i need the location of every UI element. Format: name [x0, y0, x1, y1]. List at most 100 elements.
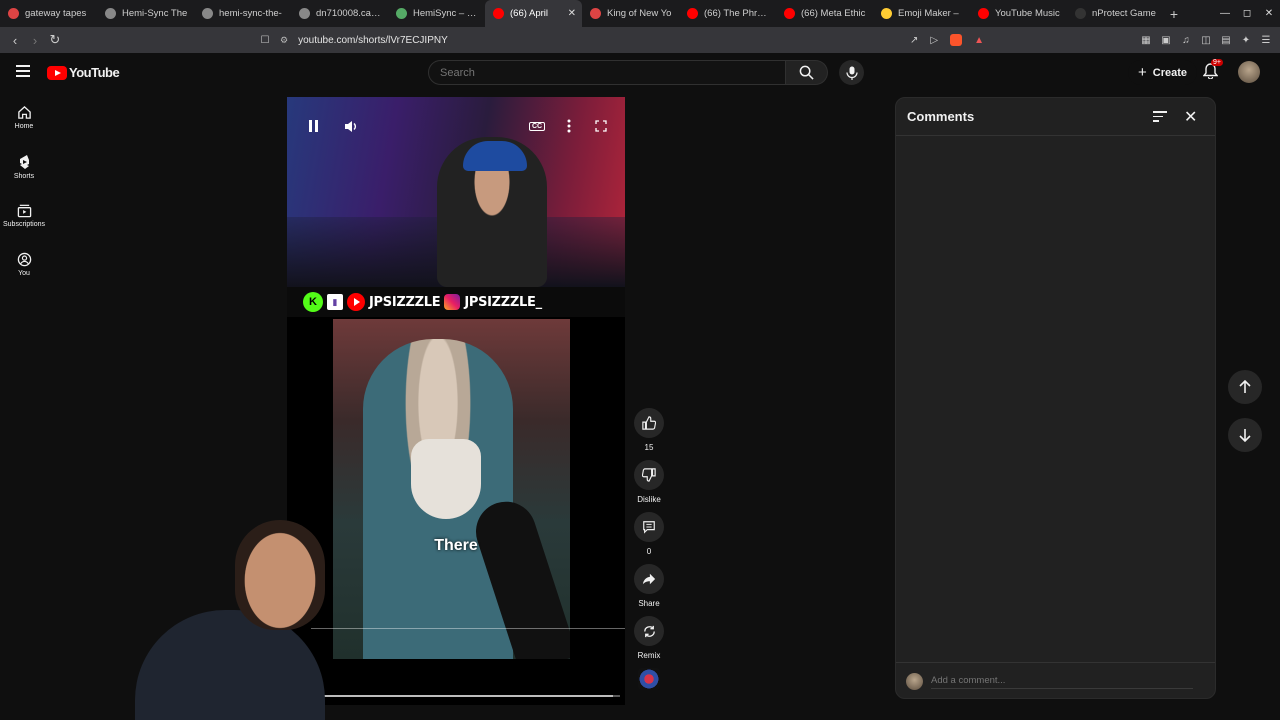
youtube-logo[interactable]: YouTube: [47, 65, 120, 80]
remix-button[interactable]: Remix: [633, 616, 665, 668]
shorts-actions: 15 Dislike 0 Share Remix: [633, 408, 665, 668]
bookmark-icon[interactable]: ☐: [255, 35, 275, 46]
browser-tab[interactable]: dn710008.ca.ar: [291, 0, 388, 27]
browser-actions: ▦ ▣ ♫ ◫ ▤ ✦ ☰: [1140, 27, 1272, 53]
thumbs-up-icon: [642, 416, 656, 430]
browser-tab[interactable]: (66) Meta Ethic: [776, 0, 873, 27]
more-options-button[interactable]: [557, 114, 581, 138]
minimize-icon[interactable]: —: [1214, 8, 1236, 19]
back-icon[interactable]: ‹: [5, 33, 25, 48]
browser-tab[interactable]: YouTube Music: [970, 0, 1067, 27]
search-input[interactable]: [429, 61, 785, 84]
tab-favicon-icon: [299, 8, 310, 19]
guide-menu-icon[interactable]: [16, 65, 30, 80]
tab-title: (66) Meta Ethic: [801, 8, 866, 19]
instagram-icon: [444, 294, 461, 310]
tab-close-icon[interactable]: ✕: [568, 8, 576, 19]
tab-title: hemi-sync-the-: [219, 8, 282, 19]
sidebar-icon[interactable]: ◫: [1200, 35, 1212, 46]
browser-tab-strip: gateway tapes Hemi-Sync The hemi-sync-the-…: [0, 0, 1280, 27]
volume-button[interactable]: [339, 114, 363, 138]
sidebar-item-you[interactable]: You: [0, 240, 48, 289]
close-window-icon[interactable]: ✕: [1258, 8, 1280, 19]
rewards-icon[interactable]: ▲: [974, 35, 984, 46]
browser-tab[interactable]: Hemi-Sync The: [97, 0, 194, 27]
comment-icon: [643, 521, 655, 534]
create-button[interactable]: + Create: [1128, 60, 1198, 85]
comments-title: Comments: [907, 109, 975, 124]
send-icon[interactable]: ▷: [930, 35, 938, 46]
search-icon: [799, 65, 814, 80]
leo-icon[interactable]: ✦: [1240, 35, 1252, 46]
music-icon[interactable]: ♫: [1180, 35, 1192, 46]
home-icon: [17, 105, 31, 119]
browser-tab[interactable]: King of New Yo: [582, 0, 679, 27]
pause-button[interactable]: [301, 114, 325, 138]
sidebar-item-subscriptions[interactable]: Subscriptions: [0, 191, 48, 240]
comments-button[interactable]: 0: [633, 512, 665, 564]
open-external-icon[interactable]: ↗: [910, 35, 918, 46]
dislike-button[interactable]: Dislike: [633, 460, 665, 512]
site-info-icon[interactable]: ⚙: [280, 35, 288, 46]
video-caption: There: [434, 537, 478, 554]
tab-favicon-icon: [8, 8, 19, 19]
captions-button[interactable]: CC: [525, 114, 549, 138]
menu-icon[interactable]: ☰: [1260, 35, 1272, 46]
sidebar-item-shorts[interactable]: Shorts: [0, 142, 48, 191]
commenter-avatar: [906, 672, 923, 690]
account-avatar[interactable]: [1238, 61, 1260, 83]
tab-title: HemiSync – Bin: [413, 8, 479, 19]
create-label: Create: [1152, 66, 1188, 79]
add-comment-input[interactable]: [931, 673, 1193, 689]
handle-text-instagram: JPSIZZZLE_: [464, 294, 542, 310]
browser-tab[interactable]: HemiSync – Bin: [388, 0, 485, 27]
tab-favicon-icon: [978, 8, 989, 19]
notifications-button[interactable]: 9+: [1202, 59, 1223, 84]
comments-header: Comments: [896, 98, 1215, 136]
share-button[interactable]: Share: [633, 564, 665, 616]
tab-favicon-icon: [105, 8, 116, 19]
add-comment-row: [896, 662, 1215, 699]
reload-icon[interactable]: ↻: [45, 32, 65, 48]
sound-source-thumbnail[interactable]: [638, 668, 660, 690]
tab-favicon-icon: [493, 8, 504, 19]
voice-search-button[interactable]: [839, 60, 864, 85]
browser-tab[interactable]: Emoji Maker –: [873, 0, 970, 27]
new-tab-button[interactable]: +: [1164, 6, 1184, 22]
search-button[interactable]: [786, 60, 828, 85]
browser-tab[interactable]: (66) April ✕: [485, 0, 582, 27]
next-short-button[interactable]: [1228, 418, 1262, 452]
like-button[interactable]: 15: [633, 408, 665, 460]
handle-text: JPSIZZZLE: [369, 294, 441, 310]
browser-tab[interactable]: nProtect Game: [1067, 0, 1164, 27]
browser-tab[interactable]: (66) The Phrase: [679, 0, 776, 27]
shorts-player[interactable]: CC K ▮ JPSIZZZLE JPSIZZZLE_ There: [287, 97, 625, 705]
browser-tab[interactable]: hemi-sync-the-: [194, 0, 291, 27]
sidebar-item-home[interactable]: Home: [0, 93, 48, 142]
forward-icon[interactable]: ›: [25, 33, 45, 48]
extensions-icon[interactable]: ▦: [1140, 35, 1152, 46]
logo-text: YouTube: [69, 65, 120, 80]
brave-shield-icon[interactable]: [950, 34, 963, 46]
address-bar[interactable]: ⚙ youtube.com/shorts/lVr7ECJIPNY: [280, 31, 1000, 49]
remix-icon: [643, 625, 655, 637]
browser-toolbar: ‹ › ↻ ☐ ⚙ youtube.com/shorts/lVr7ECJIPNY…: [0, 27, 1280, 53]
tab-title: YouTube Music: [995, 8, 1060, 19]
progress-bar[interactable]: [287, 695, 620, 697]
fullscreen-button[interactable]: [589, 114, 613, 138]
tab-favicon-icon: [1075, 8, 1086, 19]
wallet-icon[interactable]: ▤: [1220, 35, 1232, 46]
previous-short-button[interactable]: [1228, 370, 1262, 404]
sort-icon[interactable]: [1153, 111, 1167, 125]
url-text: youtube.com/shorts/lVr7ECJIPNY: [298, 34, 448, 46]
close-icon[interactable]: ✕: [1184, 107, 1197, 127]
maximize-icon[interactable]: ◻: [1236, 8, 1258, 19]
shorts-icon: [19, 154, 29, 169]
mini-guide: Home Shorts Subscriptions You: [0, 93, 48, 289]
screenshot-icon[interactable]: ▣: [1160, 35, 1172, 46]
captions-icon: CC: [528, 121, 546, 131]
sidebar-label-shorts: Shorts: [13, 172, 35, 180]
browser-tab[interactable]: gateway tapes: [0, 0, 97, 27]
search-box: [428, 60, 786, 85]
sidebar-label-subscriptions: Subscriptions: [2, 221, 46, 228]
